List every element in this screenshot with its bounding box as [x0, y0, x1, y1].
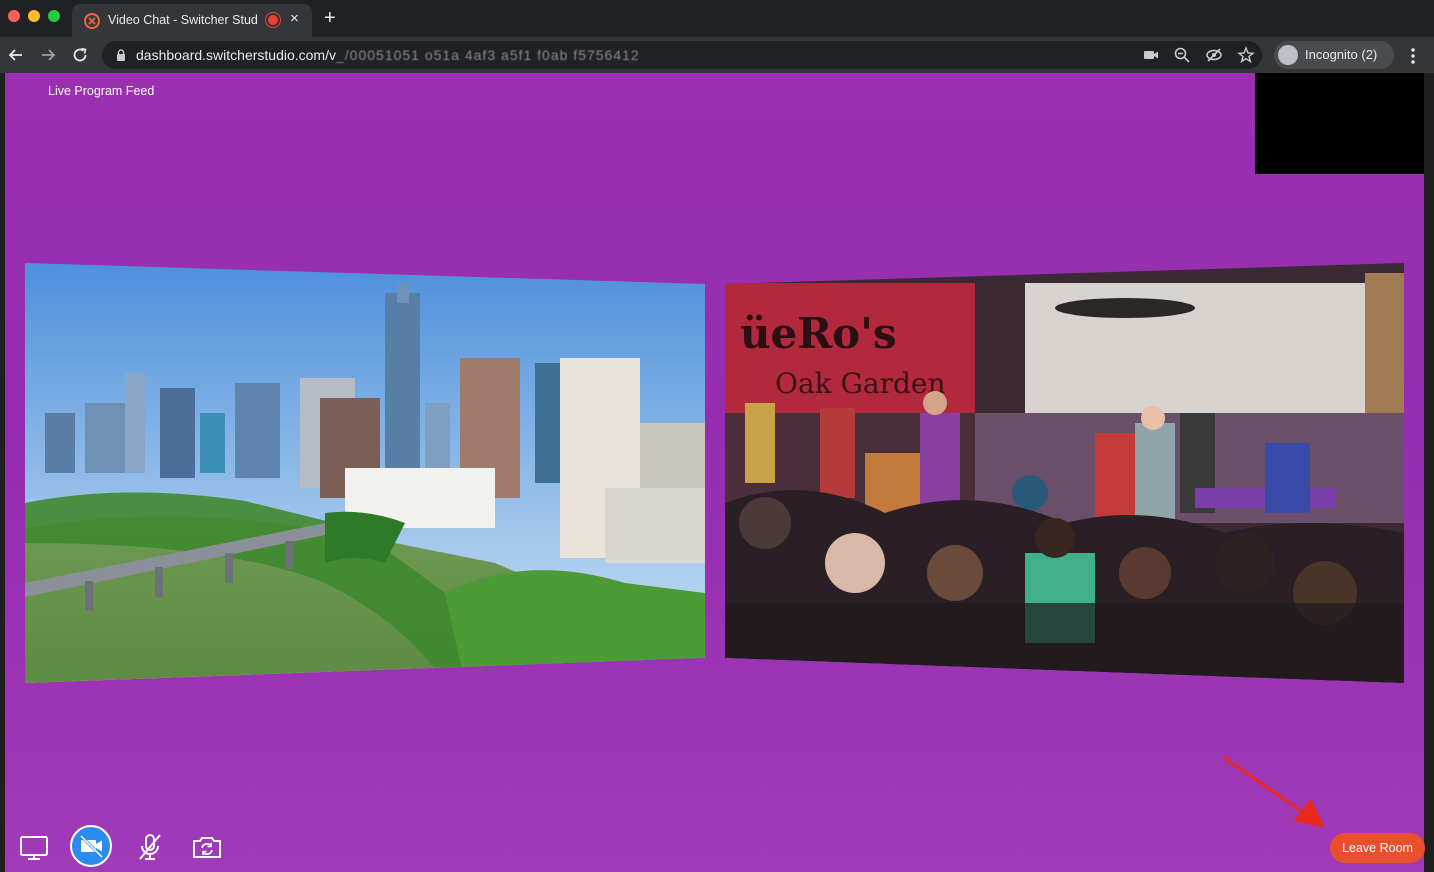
video-toggle-button[interactable] [70, 825, 112, 867]
live-band-image: üeRo's Oak Garden [725, 263, 1404, 683]
camera-switch-icon[interactable] [187, 827, 227, 867]
video-off-icon [79, 834, 104, 859]
call-controls [5, 821, 265, 871]
self-view-video [1255, 73, 1424, 174]
incognito-profile-button[interactable]: Incognito (2) [1274, 41, 1394, 69]
leave-room-button[interactable]: Leave Room [1330, 833, 1425, 863]
incognito-label: Incognito (2) [1305, 47, 1378, 62]
tab-close-icon[interactable]: × [290, 11, 299, 27]
camera-in-use-icon[interactable] [1142, 46, 1160, 64]
url-visible: dashboard.switcherstudio.com/v [136, 47, 336, 63]
browser-toolbar: dashboard.switcherstudio.com/v_/00051051… [0, 37, 1434, 73]
mic-muted-icon[interactable] [130, 827, 170, 867]
zoom-icon[interactable] [1173, 46, 1191, 64]
back-arrow-icon[interactable] [6, 45, 26, 65]
window-maximize-button[interactable] [48, 10, 60, 22]
lock-icon [117, 49, 125, 61]
window-close-button[interactable] [8, 10, 20, 22]
banner-text-graphic: üeRo's [740, 309, 897, 358]
banner-subtext-graphic: Oak Garden [775, 367, 946, 400]
bookmark-star-icon[interactable] [1237, 46, 1255, 64]
address-bar[interactable]: dashboard.switcherstudio.com/v_/00051051… [102, 41, 1262, 69]
browser-tab-bar: Video Chat - Switcher Stud × + [0, 0, 1434, 37]
browser-menu-icon[interactable] [1405, 46, 1421, 66]
new-tab-button[interactable]: + [324, 6, 336, 30]
screen-share-icon[interactable] [15, 827, 55, 867]
tracking-blocked-icon[interactable] [1205, 46, 1223, 64]
video-tile-city-skyline [25, 263, 705, 683]
annotation-arrow-icon [1222, 755, 1325, 828]
url-text: dashboard.switcherstudio.com/v_/00051051… [136, 47, 640, 63]
video-tile-live-band: üeRo's Oak Garden [725, 263, 1404, 683]
window-minimize-button[interactable] [28, 10, 40, 22]
tab-title: Video Chat - Switcher Stud [108, 13, 258, 27]
live-program-feed: Live Program Feed üeRo's Oak Garden Leav… [5, 73, 1425, 872]
url-obscured: _/00051051 o51a 4af3 a5f1 f0ab f5756412 [336, 47, 640, 63]
switcher-logo-icon [84, 13, 100, 29]
incognito-icon [1278, 45, 1298, 65]
recording-indicator-icon [268, 15, 278, 25]
reload-icon[interactable] [70, 45, 90, 65]
city-skyline-image [25, 263, 705, 683]
forward-arrow-icon[interactable] [38, 45, 58, 65]
feed-label: Live Program Feed [48, 84, 155, 98]
browser-tab[interactable]: Video Chat - Switcher Stud × [72, 4, 312, 37]
